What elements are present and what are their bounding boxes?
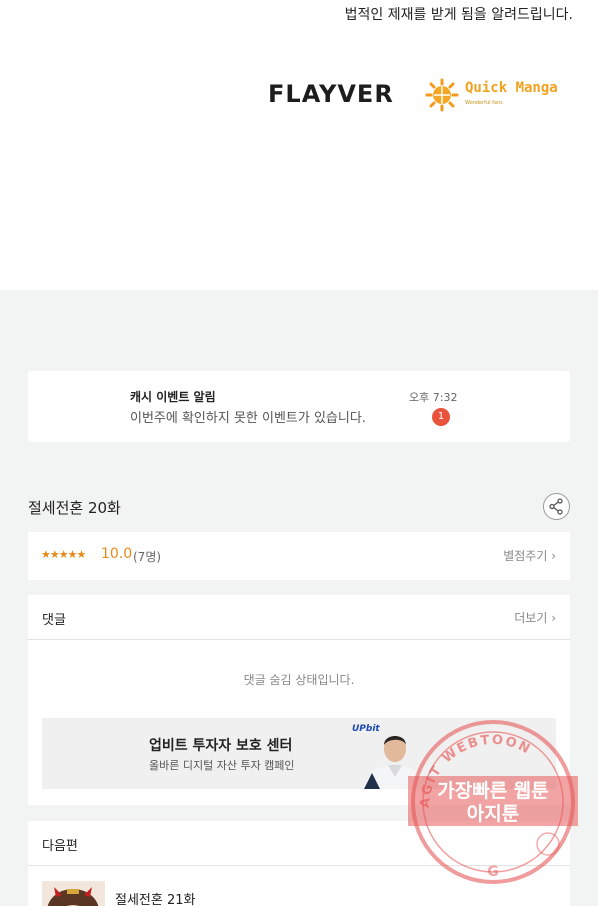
rating-box: ★★★★★ 10.0 (7명) 별점주기 › (28, 532, 570, 580)
rating-stars: ★★★★★ (41, 548, 86, 561)
orange-sun-icon (425, 78, 459, 112)
rating-score: 10.0 (101, 546, 133, 562)
comments-header: 댓글 더보기 › (28, 595, 570, 640)
notification-time: 오후 7:32 (409, 391, 458, 404)
comments-more-link[interactable]: 더보기 › (514, 609, 556, 626)
comments-hidden-notice: 댓글 숨김 상태입니다. (243, 673, 355, 687)
notification-title: 캐시 이벤트 알림 (130, 390, 216, 404)
next-episode-section: 다음편 절세전혼 21화 (28, 821, 570, 906)
ad-title: 업비트 투자자 보호 센터 (149, 738, 293, 754)
quick-manga-subtitle: Wonderful fans (465, 100, 503, 106)
quick-manga-title: Quick Manga (465, 80, 558, 96)
share-icon (549, 498, 563, 515)
notification-message: 이번주에 확인하지 못한 이벤트가 있습니다. (130, 411, 366, 426)
next-episode-title[interactable]: 절세전혼 21화 (115, 889, 195, 906)
comments-title: 댓글 (42, 613, 66, 628)
rating-count: (7명) (133, 550, 162, 564)
ad-person-image (364, 736, 426, 789)
share-button[interactable] (543, 493, 570, 520)
cash-event-notification[interactable]: 캐시 이벤트 알림 이번주에 확인하지 못한 이벤트가 있습니다. 오후 7:3… (28, 371, 570, 442)
next-episode-thumbnail[interactable] (42, 881, 105, 906)
ad-subtitle: 올바른 디지털 자산 투자 캠페인 (149, 759, 295, 772)
next-header: 다음편 (28, 821, 570, 866)
flayver-logo: FLAYVER (268, 80, 394, 108)
upbit-ad-banner[interactable]: 업비트 투자자 보호 센터 올바른 디지털 자산 투자 캠페인 UPbit (42, 718, 556, 789)
comments-section: 댓글 더보기 › 댓글 숨김 상태입니다. 업비트 투자자 보호 센터 올바른 … (28, 595, 570, 805)
legal-notice: 법적인 제재를 받게 됨을 알려드립니다. (344, 7, 573, 23)
episode-title: 절세전혼 20화 (28, 499, 121, 517)
rate-button[interactable]: 별점주기 › (503, 547, 556, 564)
next-title: 다음편 (42, 839, 78, 854)
quick-manga-logo: Quick Manga Wonderful fans (425, 78, 575, 112)
notification-badge: 1 (432, 408, 450, 426)
top-section: 법적인 제재를 받게 됨을 알려드립니다. FLAYVER Quick Mang… (0, 0, 598, 290)
